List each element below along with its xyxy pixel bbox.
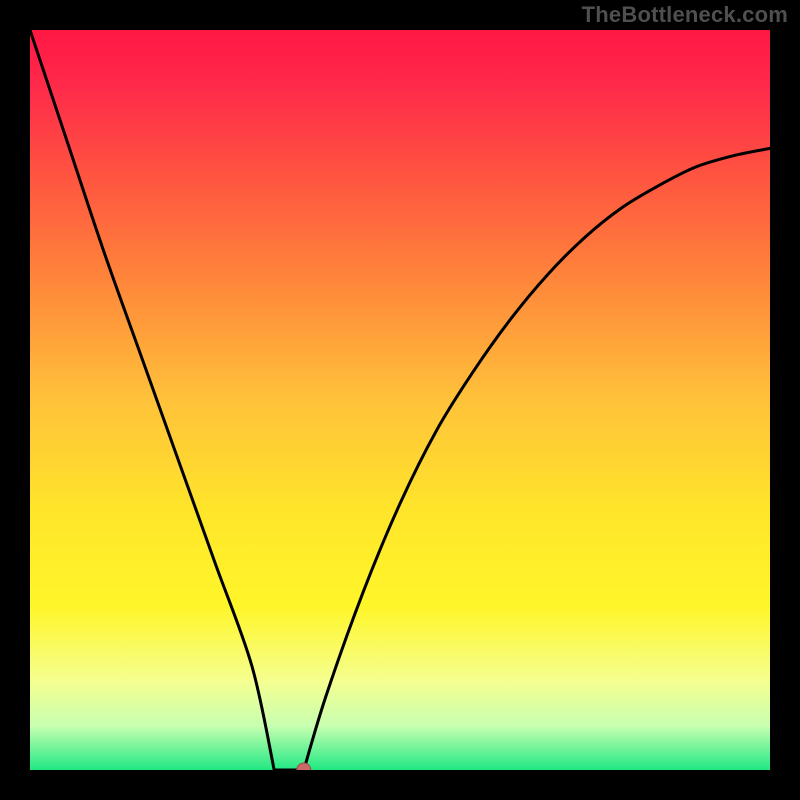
bottleneck-curve-chart xyxy=(30,30,770,770)
gradient-background xyxy=(30,30,770,770)
chart-container: TheBottleneck.com xyxy=(0,0,800,800)
plot-area xyxy=(30,30,770,770)
watermark-text: TheBottleneck.com xyxy=(582,2,788,28)
